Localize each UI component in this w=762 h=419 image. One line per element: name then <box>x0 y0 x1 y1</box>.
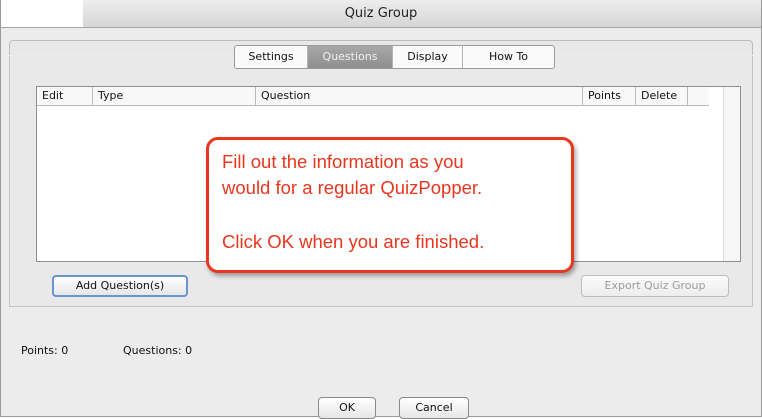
column-header-points[interactable]: Points <box>583 87 636 105</box>
column-header-edit[interactable]: Edit <box>37 87 93 105</box>
column-header-question[interactable]: Question <box>256 87 583 105</box>
title-bar: Quiz Group <box>1 0 761 28</box>
points-count: Points: 0 <box>21 344 69 357</box>
tab-display[interactable]: Display <box>393 46 463 68</box>
callout-line-2: would for a regular QuizPopper. <box>222 177 483 198</box>
tab-questions[interactable]: Questions <box>308 46 393 68</box>
questions-count: Questions: 0 <box>123 344 193 357</box>
tab-bar: Settings Questions Display How To <box>234 45 555 69</box>
callout-line-3: Click OK when you are finished. <box>222 231 485 252</box>
tab-settings[interactable]: Settings <box>235 46 308 68</box>
window-title: Quiz Group <box>344 6 418 21</box>
instruction-callout: Fill out the information as you would fo… <box>206 137 574 273</box>
column-header-type[interactable]: Type <box>93 87 256 105</box>
tab-how-to[interactable]: How To <box>463 46 554 68</box>
export-quiz-group-button[interactable]: Export Quiz Group <box>581 275 729 297</box>
callout-line-1: Fill out the information as you <box>222 151 464 172</box>
table-scrollbar[interactable] <box>723 87 740 261</box>
ok-button[interactable]: OK <box>318 397 376 419</box>
column-header-delete[interactable]: Delete <box>636 87 688 105</box>
quiz-group-dialog: Quiz Group Settings Questions Display Ho… <box>0 0 762 419</box>
cancel-button[interactable]: Cancel <box>399 397 469 419</box>
table-header: Edit Type Question Points Delete <box>37 87 709 106</box>
add-questions-button[interactable]: Add Question(s) <box>52 275 188 297</box>
